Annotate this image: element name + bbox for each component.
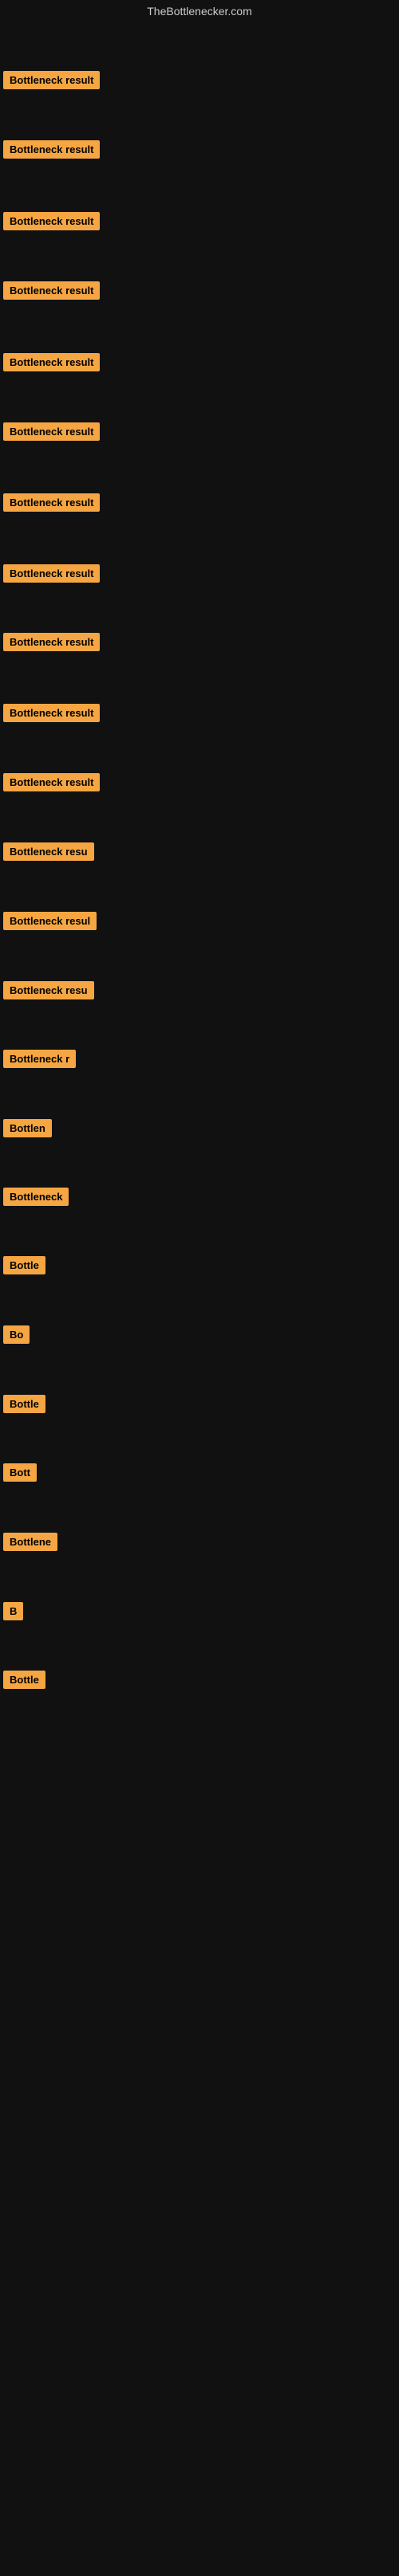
site-title-container: TheBottlenecker.com bbox=[0, 0, 399, 26]
site-title: TheBottlenecker.com bbox=[0, 0, 399, 26]
bottleneck-badge-21[interactable]: Bott bbox=[3, 1463, 37, 1482]
bottleneck-badge-19[interactable]: Bo bbox=[3, 1325, 30, 1344]
bottleneck-badge-4[interactable]: Bottleneck result bbox=[3, 281, 100, 300]
bottleneck-badge-3[interactable]: Bottleneck result bbox=[3, 212, 100, 230]
badges-container: Bottleneck result Bottleneck result Bottle… bbox=[0, 26, 399, 2576]
bottleneck-badge-6[interactable]: Bottleneck result bbox=[3, 422, 100, 441]
bottleneck-badge-16[interactable]: Bottlen bbox=[3, 1119, 52, 1137]
bottleneck-badge-15[interactable]: Bottleneck r bbox=[3, 1050, 76, 1068]
bottleneck-badge-9[interactable]: Bottleneck result bbox=[3, 633, 100, 651]
bottleneck-badge-20[interactable]: Bottle bbox=[3, 1395, 45, 1413]
bottleneck-badge-14[interactable]: Bottleneck resu bbox=[3, 981, 94, 999]
bottleneck-badge-13[interactable]: Bottleneck resul bbox=[3, 912, 97, 930]
bottleneck-badge-24[interactable]: Bottle bbox=[3, 1671, 45, 1689]
bottleneck-badge-10[interactable]: Bottleneck result bbox=[3, 704, 100, 722]
bottleneck-badge-11[interactable]: Bottleneck result bbox=[3, 773, 100, 791]
bottleneck-badge-7[interactable]: Bottleneck result bbox=[3, 493, 100, 512]
bottleneck-badge-18[interactable]: Bottle bbox=[3, 1256, 45, 1274]
bottleneck-badge-5[interactable]: Bottleneck result bbox=[3, 353, 100, 371]
bottleneck-badge-1[interactable]: Bottleneck result bbox=[3, 71, 100, 89]
bottleneck-badge-22[interactable]: Bottlene bbox=[3, 1533, 57, 1551]
bottleneck-badge-23[interactable]: B bbox=[3, 1602, 23, 1620]
bottleneck-badge-17[interactable]: Bottleneck bbox=[3, 1188, 69, 1206]
bottleneck-badge-8[interactable]: Bottleneck result bbox=[3, 564, 100, 583]
bottleneck-badge-2[interactable]: Bottleneck result bbox=[3, 140, 100, 159]
bottleneck-badge-12[interactable]: Bottleneck resu bbox=[3, 842, 94, 861]
